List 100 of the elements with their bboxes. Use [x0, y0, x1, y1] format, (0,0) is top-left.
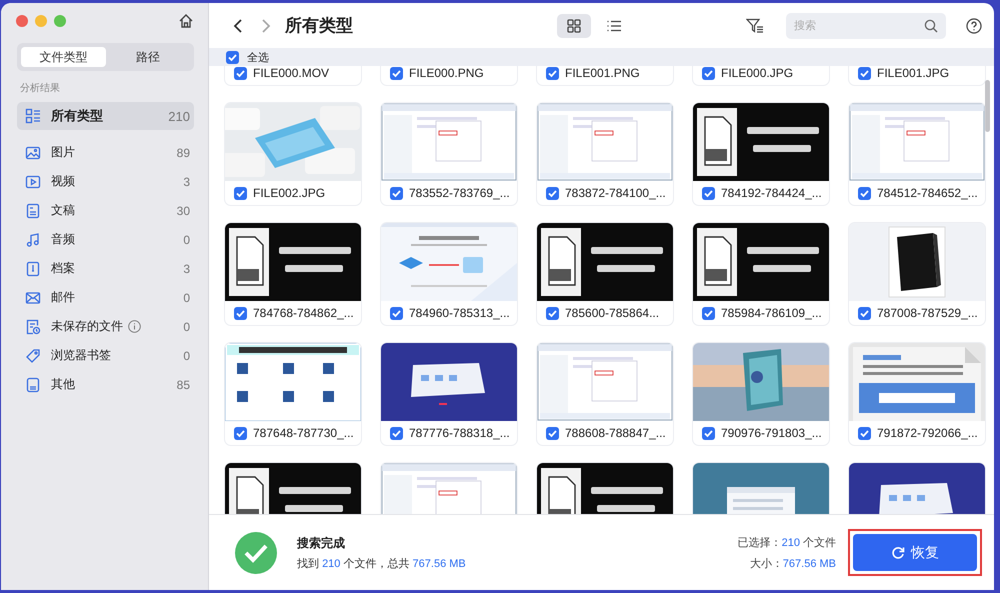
file-card[interactable]: FILE000.MOV	[225, 66, 361, 85]
file-card[interactable]: FILE001.JPG	[849, 66, 985, 85]
file-checkbox[interactable]	[702, 426, 715, 440]
file-card[interactable]: 783552-783769_...	[381, 103, 517, 205]
file-checkbox[interactable]	[702, 66, 715, 80]
file-name: 791872-792066_...	[877, 426, 978, 440]
file-checkbox[interactable]	[546, 66, 559, 80]
select-all-label: 全选	[247, 50, 269, 64]
recover-button[interactable]: 恢复	[853, 534, 977, 571]
file-card[interactable]: 784960-785313_...	[381, 223, 517, 325]
sidebar-item[interactable]: 未保存的文件 0	[17, 312, 194, 341]
file-checkbox[interactable]	[390, 66, 403, 80]
file-checkbox[interactable]	[546, 186, 559, 200]
success-icon	[235, 532, 277, 574]
selected-count: 已选择：210 个文件	[738, 536, 836, 550]
close-window-icon[interactable]	[16, 15, 28, 27]
file-name: 783552-783769_...	[409, 186, 510, 200]
file-name: 784960-785313_...	[409, 306, 510, 320]
home-icon[interactable]	[178, 13, 194, 29]
file-card[interactable]: 788608-788847_...	[537, 343, 673, 445]
status-summary: 找到 210 个文件，总共 767.56 MB	[297, 556, 466, 570]
file-card[interactable]: 784768-784862_...	[225, 223, 361, 325]
file-name: FILE000.MOV	[253, 66, 330, 80]
file-card[interactable]: FILE000.PNG	[381, 66, 517, 85]
file-checkbox[interactable]	[858, 66, 871, 80]
file-name: FILE002.JPG	[253, 186, 326, 200]
file-name: 787648-787730_...	[253, 426, 354, 440]
sidebar-item[interactable]: 视频 3	[17, 167, 194, 196]
file-card[interactable]: 783872-784100_...	[537, 103, 673, 205]
file-checkbox[interactable]	[858, 426, 871, 440]
list-icon	[25, 108, 41, 124]
file-checkbox[interactable]	[390, 306, 403, 320]
scrollbar-thumb[interactable]	[985, 80, 990, 132]
sidebar-item[interactable]: 档案 3	[17, 254, 194, 283]
help-icon[interactable]	[966, 18, 982, 34]
file-name: 783872-784100_...	[565, 186, 666, 200]
file-name: 785600-785864...	[565, 306, 660, 320]
file-checkbox[interactable]	[858, 306, 871, 320]
file-card[interactable]: FILE001.PNG	[537, 66, 673, 85]
file-checkbox[interactable]	[390, 186, 403, 200]
file-name: 784768-784862_...	[253, 306, 354, 320]
file-card[interactable]: 785984-786109_...	[693, 223, 829, 325]
file-name: 785984-786109_...	[721, 306, 822, 320]
info-icon[interactable]	[128, 320, 141, 333]
search-icon	[924, 18, 938, 32]
file-card[interactable]: 790976-791803_...	[693, 343, 829, 445]
selected-size: 大小：767.56 MB	[750, 556, 836, 570]
file-checkbox[interactable]	[234, 306, 247, 320]
file-checkbox[interactable]	[858, 186, 871, 200]
file-checkbox[interactable]	[390, 426, 403, 440]
grid-icon	[566, 18, 582, 34]
sidebar-item[interactable]: 所有类型 210	[17, 102, 194, 130]
file-name: FILE001.PNG	[565, 66, 640, 80]
file-icon	[25, 376, 41, 392]
file-name: 787776-788318_...	[409, 426, 510, 440]
document-icon	[25, 202, 41, 218]
sidebar-item[interactable]: 图片 89	[17, 138, 194, 167]
sidebar-tab[interactable]: 文件类型	[21, 47, 106, 67]
sidebar-item[interactable]: 文稿 30	[17, 196, 194, 225]
file-card[interactable]: 784192-784424_...	[693, 103, 829, 205]
page-title: 所有类型	[285, 15, 353, 37]
sidebar-item[interactable]: 音频 0	[17, 225, 194, 254]
sidebar-item[interactable]: 其他 85	[17, 370, 194, 399]
file-card[interactable]: FILE000.JPG	[693, 66, 829, 85]
sidebar-item[interactable]: 邮件 0	[17, 283, 194, 312]
file-card[interactable]: 787648-787730_...	[225, 343, 361, 445]
file-checkbox[interactable]	[234, 66, 247, 80]
refresh-icon	[891, 546, 905, 560]
file-card[interactable]: FILE002.JPG	[225, 103, 361, 205]
section-header: 分析结果	[20, 82, 61, 95]
file-card[interactable]: 784512-784652_...	[849, 103, 985, 205]
file-checkbox[interactable]	[234, 186, 247, 200]
file-name: 784512-784652_...	[877, 186, 978, 200]
file-card[interactable]: 787008-787529_...	[849, 223, 985, 325]
status-title: 搜索完成	[297, 534, 346, 552]
file-checkbox[interactable]	[702, 186, 715, 200]
sidebar-item[interactable]: 浏览器书签 0	[17, 341, 194, 370]
file-checkbox[interactable]	[546, 426, 559, 440]
search-field[interactable]: 搜索	[786, 12, 946, 38]
file-name: 790976-791803_...	[721, 426, 822, 440]
file-card[interactable]: 787776-788318_...	[381, 343, 517, 445]
file-name: 784192-784424_...	[721, 186, 822, 200]
file-name: 787008-787529_...	[877, 306, 978, 320]
file-name: FILE001.JPG	[877, 66, 950, 80]
file-checkbox[interactable]	[234, 426, 247, 440]
grid-view-button[interactable]	[557, 14, 591, 38]
unsaved-file-icon	[25, 318, 41, 334]
image-icon	[25, 144, 41, 160]
select-all-checkbox[interactable]	[226, 50, 239, 64]
sidebar-tab[interactable]: 路径	[106, 47, 190, 67]
file-card[interactable]: 791872-792066_...	[849, 343, 985, 445]
file-card[interactable]: 785600-785864...	[537, 223, 673, 325]
music-note-icon	[25, 232, 41, 248]
archive-icon	[25, 260, 41, 276]
file-name: 788608-788847_...	[565, 426, 666, 440]
filter-icon[interactable]	[746, 18, 764, 34]
file-name: FILE000.JPG	[721, 66, 794, 80]
mail-icon	[25, 290, 41, 306]
file-checkbox[interactable]	[702, 306, 715, 320]
file-checkbox[interactable]	[546, 306, 559, 320]
